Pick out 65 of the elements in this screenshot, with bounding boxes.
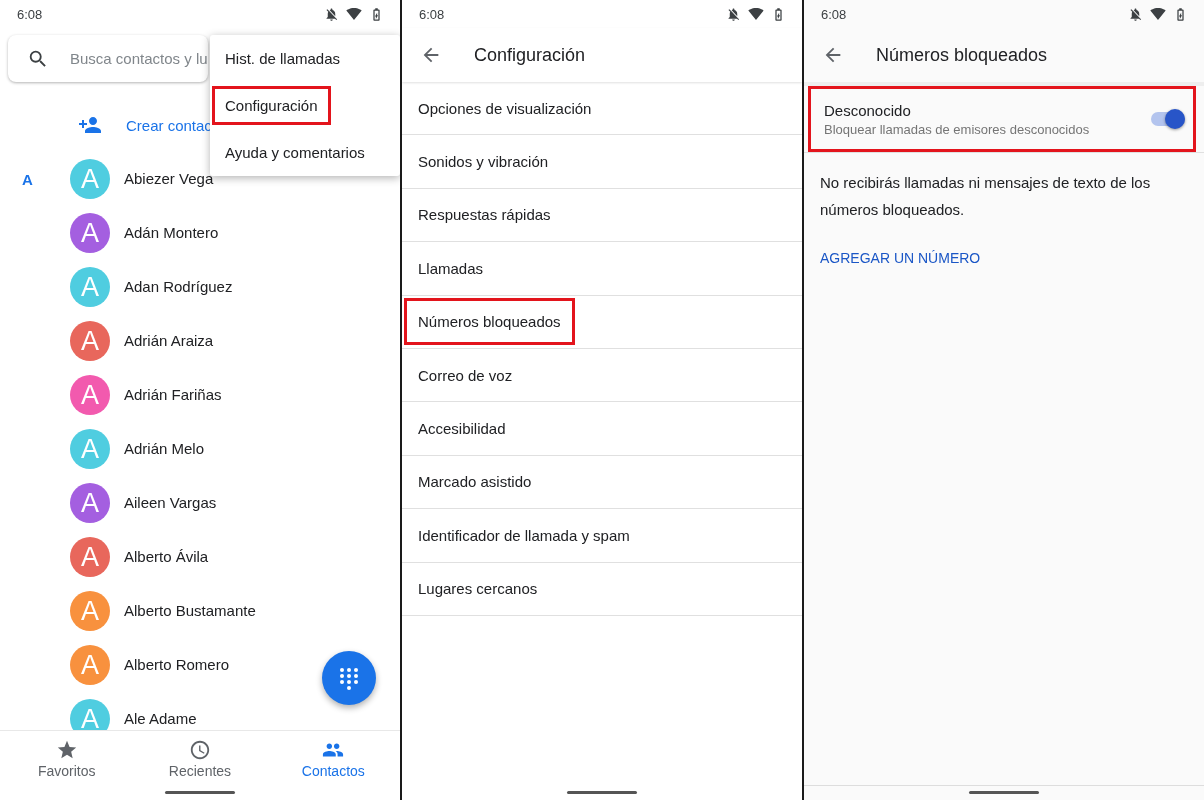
gesture-bar [165, 791, 235, 794]
add-number-link[interactable]: AGREGAR UN NÚMERO [820, 250, 981, 266]
avatar: A [70, 591, 110, 631]
avatar: A [70, 267, 110, 307]
create-contact-link[interactable]: Crear contac [126, 116, 212, 134]
contact-name[interactable]: Alberto Romero [124, 655, 230, 675]
settings-item[interactable]: Identificador de llamada y spam [404, 511, 644, 559]
status-time: 6:08 [419, 6, 445, 22]
nav-tab[interactable]: Recientes [133, 731, 267, 800]
nav-tab[interactable]: Contactos [266, 731, 400, 800]
setting-row[interactable]: Desconocido Bloquear llamadas de emisores desconocidos [808, 86, 1196, 152]
contact-name[interactable]: Adrián Fariñas [124, 385, 222, 405]
screen-title: Números bloqueados [876, 44, 1048, 66]
toggle-switch[interactable] [1151, 108, 1185, 130]
avatar: A [70, 699, 110, 730]
info-text: No recibirás llamadas ni mensajes de texto de los números bloqueados. [820, 174, 1151, 218]
menu-item[interactable]: Hist. de llamadas [212, 39, 354, 78]
dialpad-icon [337, 666, 361, 690]
contact-name[interactable]: Ale Adame [124, 709, 197, 729]
clock-icon [189, 739, 211, 761]
status-time: 6:08 [17, 6, 43, 22]
menu-item[interactable]: Ayuda y comentarios [212, 133, 378, 172]
avatar: A [70, 375, 110, 415]
avatar: A [70, 645, 110, 685]
contact-name[interactable]: Abiezer Vega [124, 169, 214, 189]
dialpad-button[interactable] [322, 651, 376, 705]
avatar: A [70, 429, 110, 469]
avatar: A [70, 159, 110, 199]
contact-name[interactable]: Adán Montero [124, 223, 219, 243]
nav-tab[interactable]: Favoritos [0, 731, 134, 800]
settings-item[interactable]: Números bloqueados [404, 298, 575, 346]
wifi-icon [1150, 6, 1166, 22]
contact-name[interactable]: Aileen Vargas [124, 493, 217, 513]
section-letter: A [22, 170, 33, 188]
settings-item[interactable]: Accesibilidad [404, 405, 520, 453]
settings-item[interactable]: Opciones de visualización [404, 84, 606, 132]
settings-item[interactable]: Respuestas rápidas [404, 191, 565, 239]
star-icon [55, 739, 78, 761]
avatar: A [70, 537, 110, 577]
settings-item[interactable]: Correo de voz [404, 351, 527, 399]
settings-item[interactable]: Marcado asistido [404, 458, 546, 506]
contact-name[interactable]: Adrián Araiza [124, 331, 214, 351]
contact-name[interactable]: Adan Rodríguez [124, 277, 233, 297]
bell-off-icon [1128, 6, 1143, 22]
setting-title: Desconocido [824, 101, 912, 119]
avatar: A [70, 321, 110, 361]
gesture-bar [567, 791, 637, 794]
bell-off-icon [726, 6, 741, 22]
contact-name[interactable]: Alberto Bustamante [124, 601, 256, 621]
contact-name[interactable]: Alberto Ávila [124, 547, 209, 567]
bell-off-icon [324, 6, 339, 22]
setting-subtitle: Bloquear llamadas de emisores desconocidos [824, 121, 1091, 137]
screen-title: Configuración [474, 44, 586, 66]
settings-item[interactable]: Llamadas [404, 244, 498, 292]
contact-name[interactable]: Adrián Melo [124, 439, 205, 459]
settings-item[interactable]: Lugares cercanos [404, 565, 552, 613]
search-field[interactable]: Busca contactos y lu [8, 35, 208, 82]
gesture-bar [969, 791, 1039, 794]
wifi-icon [748, 6, 764, 22]
settings-item[interactable]: Sonidos y vibración [404, 138, 563, 186]
avatar: A [70, 213, 110, 253]
wifi-icon [346, 6, 362, 22]
status-time: 6:08 [821, 6, 847, 22]
menu-item[interactable]: Configuración [212, 86, 331, 125]
avatar: A [70, 483, 110, 523]
